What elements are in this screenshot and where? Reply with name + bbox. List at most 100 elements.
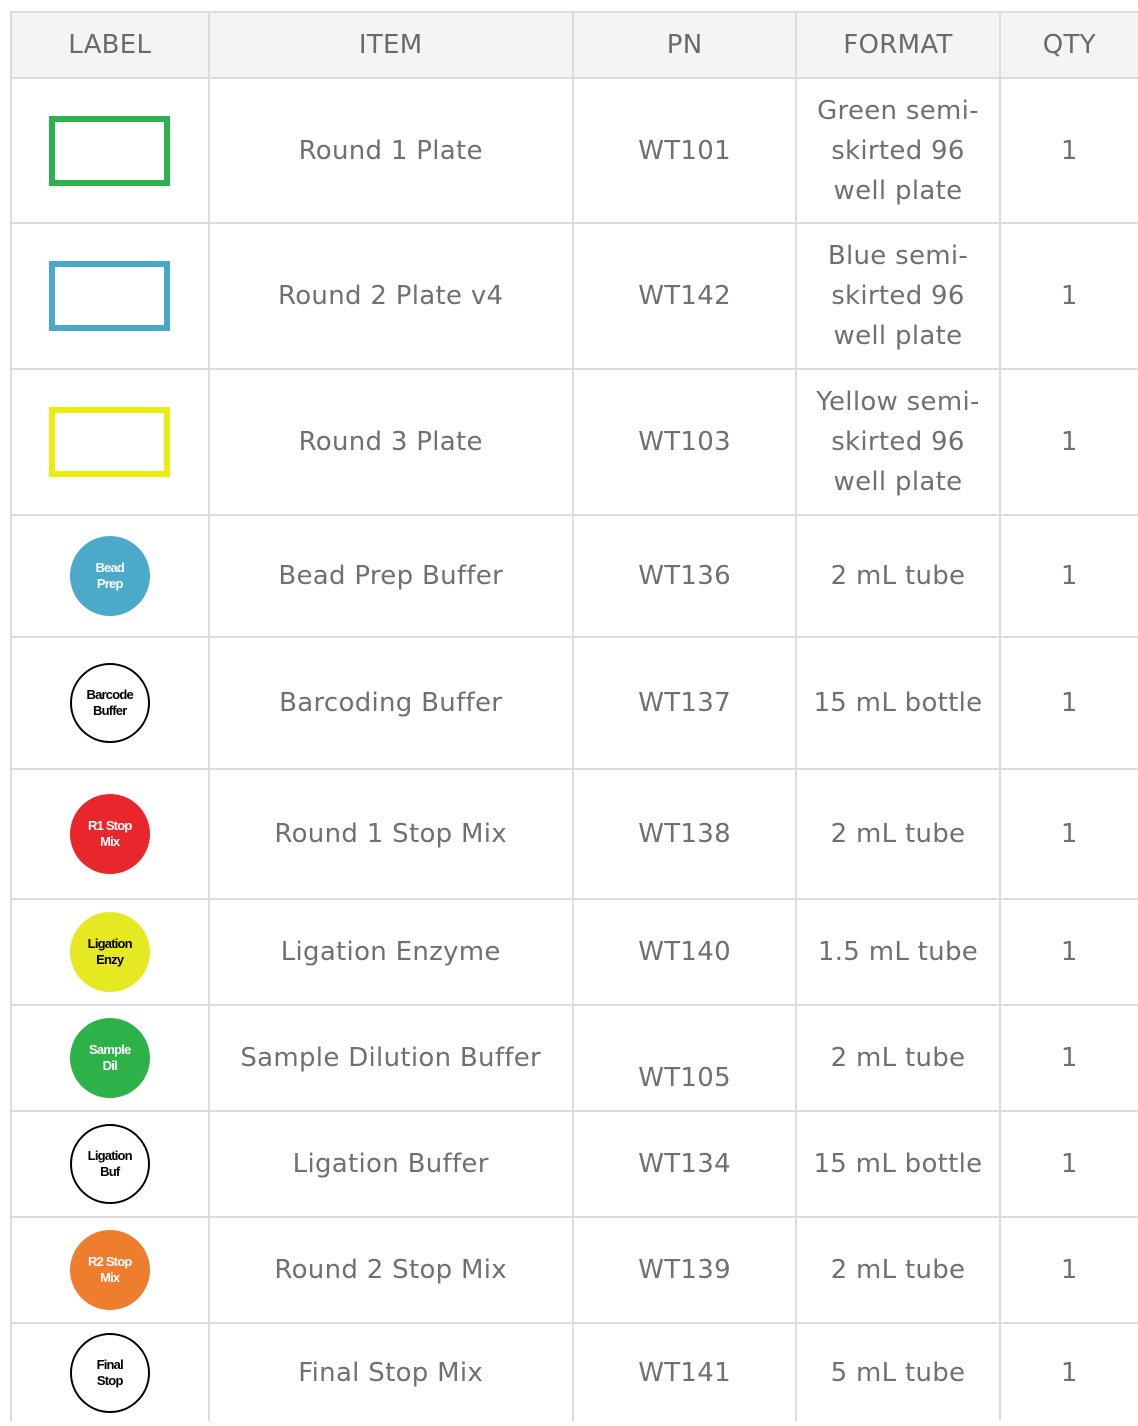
- qty-cell: 1: [998, 768, 1138, 900]
- format-cell: 15 mL bottle: [795, 636, 1001, 770]
- part-number: WT105: [638, 1063, 731, 1093]
- pn-cell: WT103: [571, 368, 798, 516]
- header-label: LABEL: [10, 11, 210, 79]
- header-row: LABEL ITEM PN FORMAT QTY: [10, 11, 1138, 79]
- tube-cap-label: Sample Dil: [69, 1018, 150, 1098]
- format-text: Green semi-skirted 96 well plate: [817, 95, 979, 206]
- plate-label-swatch: [49, 261, 171, 331]
- format-text: 15 mL bottle: [813, 688, 983, 718]
- part-number: WT138: [638, 819, 731, 849]
- qty-cell: 1: [998, 1322, 1138, 1421]
- pn-cell: WT105: [571, 1004, 798, 1112]
- part-number: WT136: [638, 561, 731, 591]
- label-cell: Ligation Buf: [10, 1110, 210, 1218]
- qty-cell: 1: [998, 222, 1138, 370]
- qty-cell: 1: [998, 1110, 1138, 1218]
- format-text: 1.5 mL tube: [817, 937, 979, 967]
- header-item: ITEM: [207, 11, 574, 79]
- pn-cell: WT101: [571, 77, 798, 224]
- pn-cell: WT137: [571, 636, 798, 770]
- item-cell: Ligation Buffer: [207, 1110, 574, 1218]
- table-row: Bead Prep Bead Prep Buffer WT136 2 mL tube 1: [10, 514, 1138, 638]
- label-cell: [10, 222, 210, 370]
- part-number: WT101: [638, 135, 731, 166]
- pn-cell: WT138: [571, 768, 798, 900]
- item-cell: Round 1 Plate: [207, 77, 574, 224]
- header-qty: QTY: [998, 11, 1138, 79]
- format-text: 2 mL tube: [830, 819, 966, 849]
- item-cell: Round 3 Plate: [207, 368, 574, 516]
- item-cell: Sample Dilution Buffer: [207, 1004, 574, 1112]
- tube-cap-label: Barcode Buffer: [69, 663, 150, 743]
- table-row: Final Stop Final Stop Mix WT141 5 mL tube 1: [10, 1322, 1138, 1421]
- item-cell: Ligation Enzyme: [207, 898, 574, 1006]
- qty-cell: 1: [998, 1216, 1138, 1324]
- format-cell: 15 mL bottle: [795, 1110, 1001, 1218]
- pn-cell: WT141: [571, 1322, 798, 1421]
- tube-cap-label: R1 Stop Mix: [69, 794, 150, 874]
- item-cell: Final Stop Mix: [207, 1322, 574, 1421]
- label-cell: Final Stop: [10, 1322, 210, 1421]
- table-row: Ligation Enzy Ligation Enzyme WT140 1.5 mL …: [10, 898, 1138, 1006]
- table-row: R1 Stop Mix Round 1 Stop Mix WT138 2 mL tub…: [10, 768, 1138, 900]
- tube-cap-label: R2 Stop Mix: [69, 1230, 150, 1310]
- table-row: Round 3 Plate WT103 Yellow semi-skirted 96…: [10, 368, 1138, 516]
- table-row: Round 2 Plate v4 WT142 Blue semi-skirted 9…: [10, 222, 1138, 370]
- format-cell: 2 mL tube: [795, 514, 1001, 638]
- item-cell: Round 1 Stop Mix: [207, 768, 574, 900]
- label-cell: R1 Stop Mix: [10, 768, 210, 900]
- label-cell: Barcode Buffer: [10, 636, 210, 770]
- format-text: 15 mL bottle: [813, 1149, 983, 1179]
- part-number: WT142: [638, 281, 731, 311]
- pn-cell: WT136: [571, 514, 798, 638]
- table-row: R2 Stop Mix Round 2 Stop Mix WT139 2 mL tub…: [10, 1216, 1138, 1324]
- kit-contents-table: LABEL ITEM PN FORMAT QTY Round 1 Plate WT…: [10, 11, 1138, 1421]
- item-cell: Bead Prep Buffer: [207, 514, 574, 638]
- pn-cell: WT134: [571, 1110, 798, 1218]
- tube-cap-label: Final Stop: [69, 1332, 150, 1413]
- label-cell: R2 Stop Mix: [10, 1216, 210, 1324]
- pn-cell: WT142: [571, 222, 798, 370]
- part-number: WT137: [638, 688, 731, 718]
- format-cell: Blue semi-skirted 96 well plate: [795, 222, 1001, 370]
- part-number: WT140: [638, 937, 731, 967]
- qty-cell: 1: [998, 1004, 1138, 1112]
- table-row: Round 1 Plate WT101 Green semi-skirted 96 …: [10, 77, 1138, 224]
- table-row: Ligation Buf Ligation Buffer WT134 15 mL bo…: [10, 1110, 1138, 1218]
- format-text: Blue semi-skirted 96 well plate: [827, 241, 969, 351]
- format-text: 5 mL tube: [830, 1357, 966, 1388]
- table-row: Sample Dil Sample Dilution Buffer WT105 2 m…: [10, 1004, 1138, 1112]
- part-number: WT141: [638, 1357, 731, 1388]
- label-cell: Sample Dil: [10, 1004, 210, 1112]
- table-row: Barcode Buffer Barcoding Buffer WT137 15 mL…: [10, 636, 1138, 770]
- label-cell: Bead Prep: [10, 514, 210, 638]
- format-cell: 1.5 mL tube: [795, 898, 1001, 1006]
- part-number: WT139: [638, 1255, 731, 1285]
- format-cell: 2 mL tube: [795, 1216, 1001, 1324]
- format-text: 2 mL tube: [830, 1043, 966, 1073]
- plate-label-swatch: [49, 407, 171, 477]
- item-cell: Barcoding Buffer: [207, 636, 574, 770]
- qty-cell: 1: [998, 77, 1138, 224]
- label-cell: [10, 368, 210, 516]
- pn-cell: WT140: [571, 898, 798, 1006]
- tube-cap-label: Ligation Buf: [69, 1124, 150, 1204]
- format-text: 2 mL tube: [830, 561, 966, 591]
- qty-cell: 1: [998, 898, 1138, 1006]
- tube-cap-label: Bead Prep: [69, 536, 150, 616]
- item-cell: Round 2 Stop Mix: [207, 1216, 574, 1324]
- format-cell: 5 mL tube: [795, 1322, 1001, 1421]
- label-cell: [10, 77, 210, 224]
- item-cell: Round 2 Plate v4: [207, 222, 574, 370]
- tube-cap-label: Ligation Enzy: [69, 912, 150, 992]
- qty-cell: 1: [998, 636, 1138, 770]
- pn-cell: WT139: [571, 1216, 798, 1324]
- plate-label-swatch: [49, 115, 171, 186]
- format-cell: Green semi-skirted 96 well plate: [795, 77, 1001, 224]
- label-cell: Ligation Enzy: [10, 898, 210, 1006]
- format-cell: Yellow semi-skirted 96 well plate: [795, 368, 1001, 516]
- header-pn: PN: [571, 11, 798, 79]
- header-format: FORMAT: [795, 11, 1001, 79]
- format-cell: 2 mL tube: [795, 1004, 1001, 1112]
- part-number: WT134: [638, 1149, 731, 1179]
